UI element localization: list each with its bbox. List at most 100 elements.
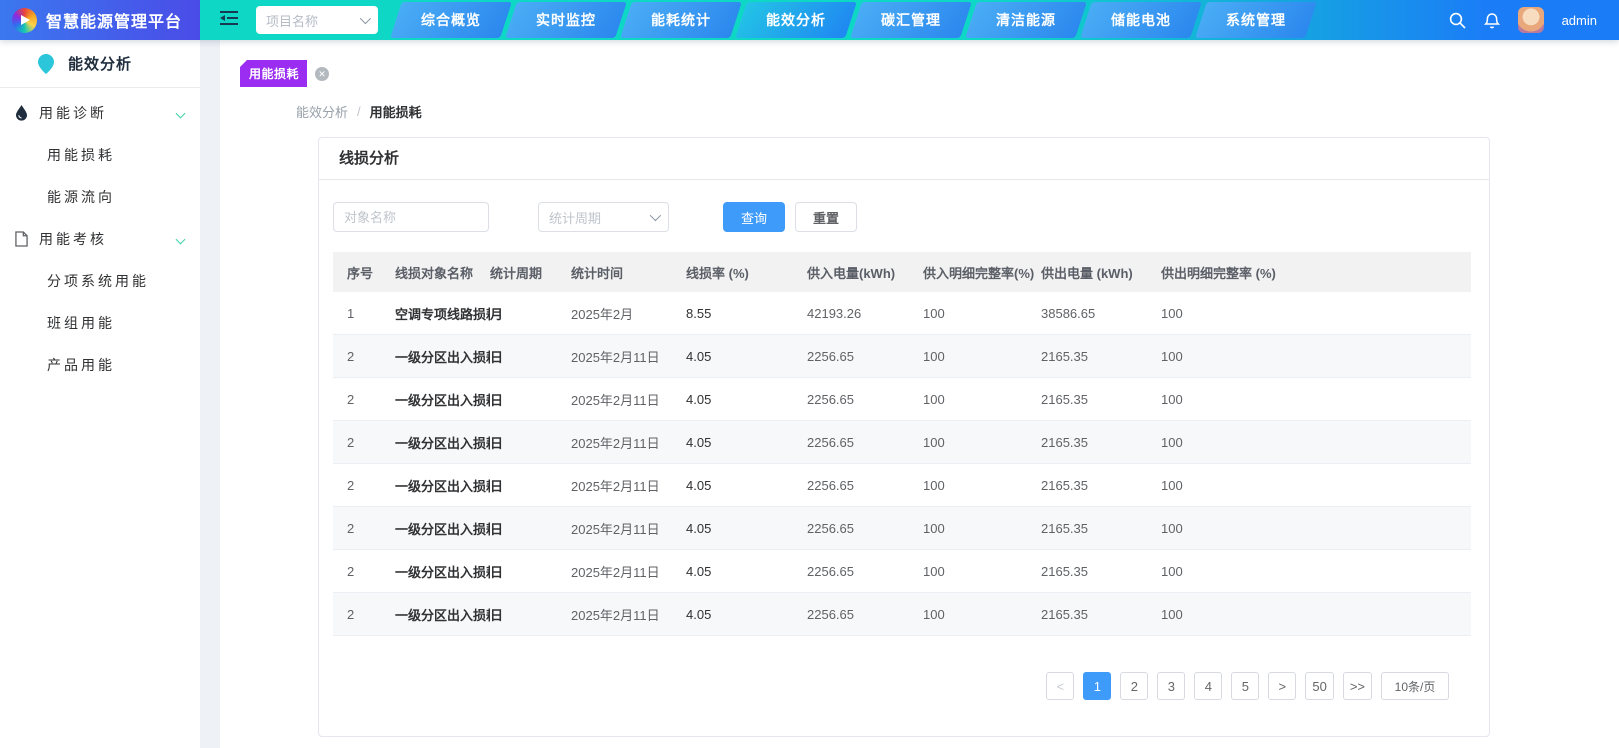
table-cell: 一级分区出入损耗 [395,433,490,452]
bell-icon[interactable] [1484,12,1500,29]
search-button[interactable]: 查询 [723,202,785,232]
table-cell: 2256.65 [807,521,923,536]
pagination-page[interactable]: 5 [1231,672,1259,700]
table-cell: 4.05 [686,564,807,579]
sidebar-item[interactable]: 分项系统用能 [0,260,200,302]
table-column-header: 供入明细完整率(%) [923,263,1041,282]
table-cell: 2025年2月11日 [571,390,686,409]
table-cell: 月 [490,304,571,323]
droplet-icon [15,105,31,121]
project-select[interactable]: 项目名称 [256,6,378,34]
document-icon [15,231,31,247]
breadcrumb: 能效分析 / 用能损耗 [296,102,1619,121]
table-cell: 2 [333,392,395,407]
nav-tab-label: 储能电池 [1111,10,1171,30]
nav-tab[interactable]: 综合概览 [390,2,512,38]
table-cell: 100 [1161,306,1471,321]
object-name-input[interactable] [333,202,489,232]
table-cell: 100 [923,607,1041,622]
filter-bar: 统计周期 查询 重置 [333,202,1475,232]
breadcrumb-current: 用能损耗 [370,102,422,121]
table-cell: 日 [490,390,571,409]
table-cell: 100 [1161,392,1471,407]
table-column-header: 序号 [333,263,395,282]
chevron-down-icon [176,108,186,118]
table-column-header: 线损率 (%) [686,263,807,282]
sidebar-item[interactable]: 班组用能 [0,302,200,344]
table-cell: 100 [1161,607,1471,622]
table-row[interactable]: 1空调专项线路损耗月2025年2月8.5542193.2610038586.65… [333,292,1471,335]
table-row[interactable]: 2一级分区出入损耗日2025年2月11日4.052256.651002165.3… [333,335,1471,378]
table-cell: 空调专项线路损耗 [395,304,490,323]
nav-tab[interactable]: 储能电池 [1080,2,1202,38]
app-logo-icon [12,8,37,33]
header-right: admin [1449,7,1619,33]
table-cell: 2256.65 [807,392,923,407]
table-row[interactable]: 2一级分区出入损耗日2025年2月11日4.052256.651002165.3… [333,421,1471,464]
chevron-down-icon [650,210,661,221]
sidebar-group-label: 用能诊断 [39,103,107,123]
table-row[interactable]: 2一级分区出入损耗日2025年2月11日4.052256.651002165.3… [333,464,1471,507]
username-label: admin [1562,13,1597,28]
pagination-page[interactable]: 3 [1157,672,1185,700]
route-tag[interactable]: 用能损耗 [240,60,307,87]
sidebar-item[interactable]: 用能损耗 [0,134,200,176]
project-select-placeholder: 项目名称 [266,11,318,30]
sidebar-group[interactable]: 用能考核 [0,218,200,260]
table-cell: 100 [1161,349,1471,364]
table-cell: 100 [923,392,1041,407]
pagination-page[interactable]: 4 [1194,672,1222,700]
table-cell: 2165.35 [1041,392,1161,407]
nav-tab[interactable]: 系统管理 [1195,2,1317,38]
table-row[interactable]: 2一级分区出入损耗日2025年2月11日4.052256.651002165.3… [333,550,1471,593]
table-row[interactable]: 2一级分区出入损耗日2025年2月11日4.052256.651002165.3… [333,593,1471,636]
sidebar-collapse-icon[interactable] [220,10,238,31]
pagination-last-page[interactable]: 50 [1305,672,1333,700]
pagination-prev[interactable]: < [1046,672,1074,700]
sidebar-item-label: 班组用能 [47,313,115,333]
nav-tab-label: 综合概览 [421,10,481,30]
nav-tab[interactable]: 清洁能源 [965,2,1087,38]
table-cell: 日 [490,605,571,624]
table-column-header: 线损对象名称 [395,263,490,282]
table-cell: 100 [1161,478,1471,493]
pagination-page[interactable]: 2 [1120,672,1148,700]
table-cell: 2165.35 [1041,349,1161,364]
nav-tab[interactable]: 实时监控 [505,2,627,38]
page-size-select[interactable]: 10条/页 [1381,672,1449,700]
nav-tab[interactable]: 能耗统计 [620,2,742,38]
table-cell: 2165.35 [1041,521,1161,536]
table-body: 1空调专项线路损耗月2025年2月8.5542193.2610038586.65… [333,292,1471,636]
nav-tab-label: 碳汇管理 [881,10,941,30]
table-cell: 100 [1161,435,1471,450]
nav-tab[interactable]: 碳汇管理 [850,2,972,38]
nav-tab-label: 实时监控 [536,10,596,30]
table-cell: 一级分区出入损耗 [395,390,490,409]
table-row[interactable]: 2一级分区出入损耗日2025年2月11日4.052256.651002165.3… [333,507,1471,550]
period-select[interactable]: 统计周期 [538,202,669,232]
table-cell: 一级分区出入损耗 [395,347,490,366]
table-cell: 4.05 [686,521,807,536]
pagination-next[interactable]: > [1268,672,1296,700]
breadcrumb-parent[interactable]: 能效分析 [296,102,348,121]
sidebar-item[interactable]: 产品用能 [0,344,200,386]
table-cell: 2 [333,349,395,364]
pagination-forward[interactable]: >> [1343,672,1372,700]
search-icon[interactable] [1449,12,1466,29]
nav-tab[interactable]: 能效分析 [735,2,857,38]
sidebar-group[interactable]: 用能诊断 [0,92,200,134]
reset-button[interactable]: 重置 [795,202,857,232]
sidebar-item[interactable]: 能源流向 [0,176,200,218]
table-row[interactable]: 2一级分区出入损耗日2025年2月11日4.052256.651002165.3… [333,378,1471,421]
table-cell: 一级分区出入损耗 [395,605,490,624]
table-cell: 2025年2月11日 [571,347,686,366]
table-cell: 2 [333,607,395,622]
app-title: 智慧能源管理平台 [46,8,182,32]
table-cell: 2 [333,478,395,493]
avatar[interactable] [1518,7,1544,33]
table-cell: 100 [923,478,1041,493]
pagination-page[interactable]: 1 [1083,672,1111,700]
tags-view-bar: 用能损耗 ✕ [220,40,1619,87]
tag-close-icon[interactable]: ✕ [315,67,329,81]
table-cell: 2256.65 [807,435,923,450]
